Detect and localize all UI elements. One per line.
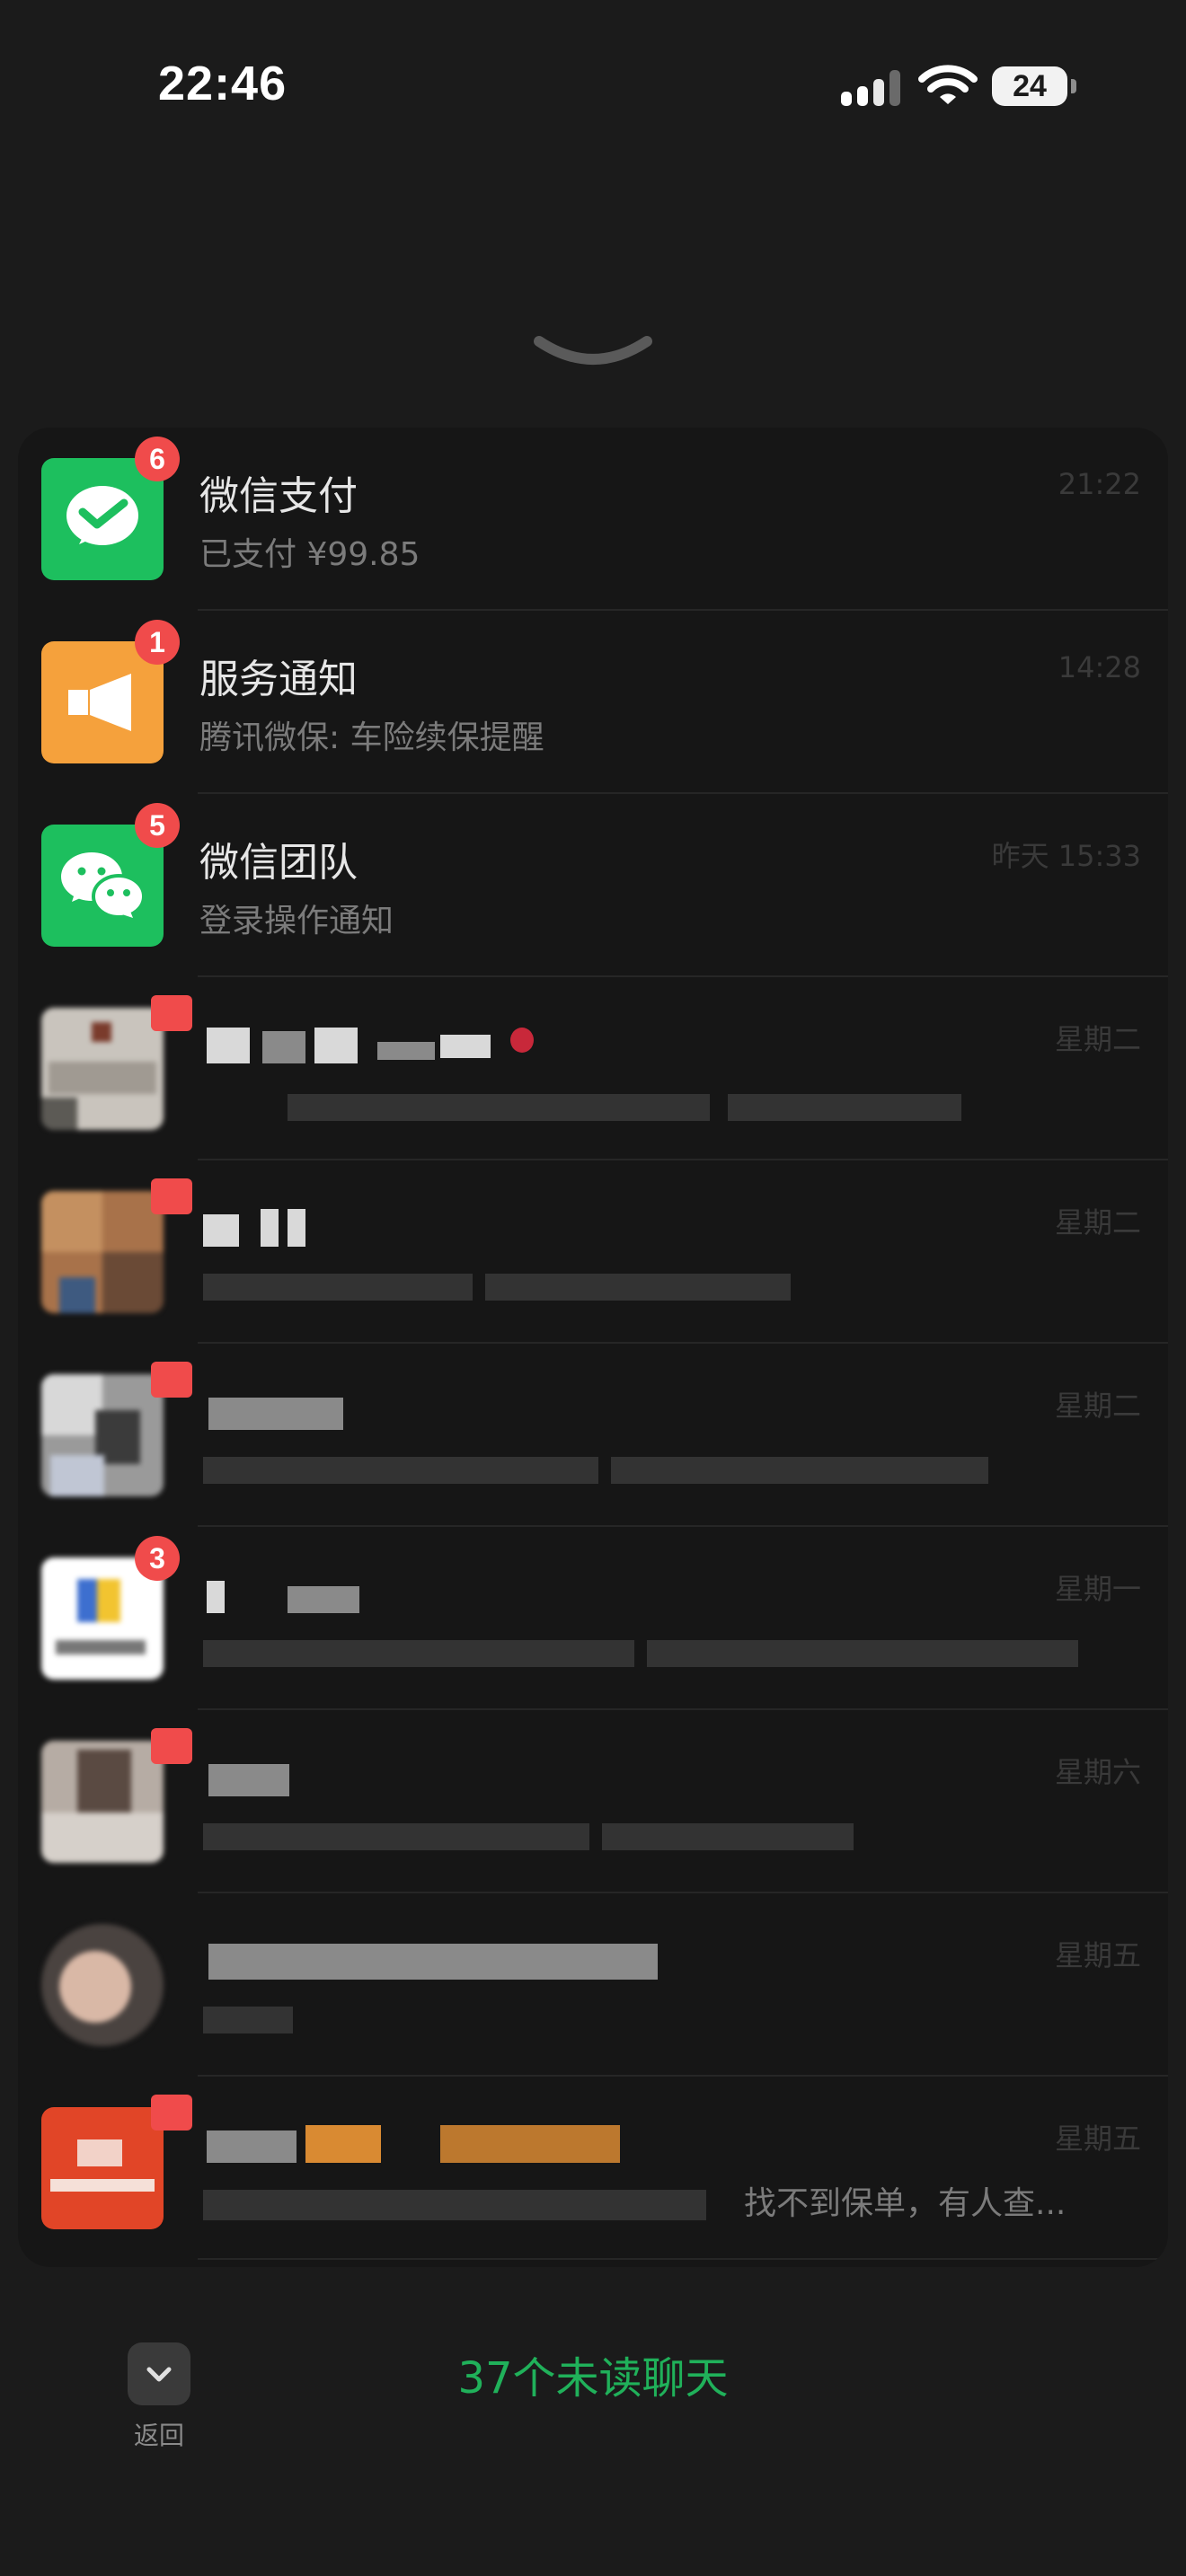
chat-time: 星期二 bbox=[1054, 1389, 1141, 1423]
redacted-text bbox=[203, 1457, 598, 1484]
back-label: 返回 bbox=[133, 2421, 184, 2450]
chat-time: 昨天 15:33 bbox=[991, 839, 1141, 873]
chat-time: 星期二 bbox=[1054, 1022, 1141, 1056]
redacted-text bbox=[728, 1094, 961, 1121]
unread-badge bbox=[151, 1728, 192, 1764]
chat-time: 星期五 bbox=[1054, 2122, 1141, 2156]
blurred-avatar bbox=[41, 1924, 164, 2046]
chevron-down-icon bbox=[146, 2367, 172, 2382]
redacted-text bbox=[203, 1640, 634, 1667]
redacted-text bbox=[207, 1028, 250, 1063]
unread-badge: 1 bbox=[135, 620, 180, 665]
unread-badge bbox=[151, 1178, 192, 1214]
redacted-text bbox=[647, 1640, 1078, 1667]
redacted-text bbox=[314, 1028, 358, 1063]
chat-time: 星期二 bbox=[1054, 1205, 1141, 1239]
redacted-text bbox=[207, 1581, 225, 1613]
chat-title: 微信团队 bbox=[199, 840, 358, 886]
cellular-signal-icon bbox=[841, 70, 906, 106]
status-icons: 24 bbox=[836, 59, 1105, 113]
chat-item-redacted[interactable]: 星期五 bbox=[18, 1893, 1168, 2077]
unread-badge bbox=[151, 995, 192, 1031]
chevron-down-icon[interactable] bbox=[532, 334, 654, 370]
redacted-text bbox=[602, 1823, 854, 1850]
chat-time: 14:28 bbox=[1058, 650, 1141, 684]
redacted-text bbox=[377, 1042, 435, 1060]
chat-preview: 已支付 ¥99.85 bbox=[199, 536, 420, 573]
cherry-emoji-icon bbox=[510, 1028, 534, 1053]
redacted-text bbox=[203, 1214, 239, 1247]
redacted-text bbox=[208, 1944, 658, 1980]
redacted-text bbox=[288, 1209, 305, 1247]
chat-time: 星期五 bbox=[1054, 1938, 1141, 1972]
chat-time: 星期一 bbox=[1054, 1572, 1141, 1606]
chat-item-wechat-team[interactable]: 5 微信团队 登录操作通知 昨天 15:33 bbox=[18, 794, 1168, 977]
redacted-text bbox=[208, 1398, 343, 1430]
chat-title: 服务通知 bbox=[199, 657, 358, 702]
chat-list: 6 微信支付 已支付 ¥99.85 21:22 1 服务通知 腾讯微保: 车险续… bbox=[18, 428, 1168, 2267]
chat-item-wechat-pay[interactable]: 6 微信支付 已支付 ¥99.85 21:22 bbox=[18, 428, 1168, 611]
chat-item-insurance[interactable]: 找不到保单，有人查... 星期五 bbox=[18, 2077, 1168, 2260]
redacted-text bbox=[440, 1035, 491, 1058]
unread-badge: 6 bbox=[135, 437, 180, 481]
blurred-avatar bbox=[41, 1008, 164, 1130]
redacted-text bbox=[203, 1274, 473, 1301]
unread-badge: 5 bbox=[135, 803, 180, 848]
divider bbox=[198, 2258, 1168, 2260]
unread-badge bbox=[151, 2095, 192, 2130]
battery-nub bbox=[1071, 79, 1076, 93]
chat-item-redacted[interactable]: 3 星期一 bbox=[18, 1527, 1168, 1710]
chat-preview: 找不到保单，有人查... bbox=[744, 2185, 1067, 2222]
redacted-text bbox=[203, 1823, 589, 1850]
redacted-text bbox=[203, 2190, 706, 2220]
redacted-text bbox=[208, 1764, 289, 1796]
chat-item-redacted[interactable]: 星期六 bbox=[18, 1710, 1168, 1893]
insurance-logo bbox=[41, 2107, 164, 2229]
wechat-unread-chats-screen: 22:46 24 6 微信支付 已支付 ¥99.85 21:22 1 服务通知 … bbox=[0, 0, 1186, 2576]
status-time: 22:46 bbox=[158, 57, 288, 110]
redacted-text bbox=[485, 1274, 791, 1301]
unread-badge: 3 bbox=[135, 1536, 180, 1581]
chat-item-redacted[interactable]: 星期二 bbox=[18, 1160, 1168, 1344]
redacted-text bbox=[207, 2130, 296, 2163]
blurred-avatar bbox=[41, 1191, 164, 1313]
redacted-text bbox=[261, 1209, 279, 1247]
redacted-text bbox=[440, 2125, 620, 2163]
back-button[interactable] bbox=[128, 2342, 190, 2405]
blurred-avatar bbox=[41, 1374, 164, 1496]
chat-time: 21:22 bbox=[1058, 467, 1141, 501]
unread-chats-count[interactable]: 37个未读聊天 bbox=[359, 2342, 827, 2405]
redacted-text bbox=[203, 2007, 293, 2033]
blurred-avatar bbox=[41, 1741, 164, 1863]
chat-item-redacted[interactable]: 星期二 bbox=[18, 977, 1168, 1160]
chat-preview: 登录操作通知 bbox=[199, 903, 394, 940]
redacted-text bbox=[611, 1457, 988, 1484]
redacted-text bbox=[288, 1094, 710, 1121]
redacted-text bbox=[305, 2125, 381, 2163]
chat-preview: 腾讯微保: 车险续保提醒 bbox=[199, 719, 544, 756]
chat-item-redacted[interactable]: 星期二 bbox=[18, 1344, 1168, 1527]
redacted-text bbox=[288, 1586, 359, 1613]
battery-icon: 24 bbox=[992, 66, 1067, 106]
unread-badge bbox=[151, 1362, 192, 1398]
chat-title: 微信支付 bbox=[199, 473, 358, 519]
redacted-text bbox=[262, 1031, 305, 1063]
chat-item-service-notice[interactable]: 1 服务通知 腾讯微保: 车险续保提醒 14:28 bbox=[18, 611, 1168, 794]
wifi-icon bbox=[918, 65, 978, 104]
chat-time: 星期六 bbox=[1054, 1755, 1141, 1789]
